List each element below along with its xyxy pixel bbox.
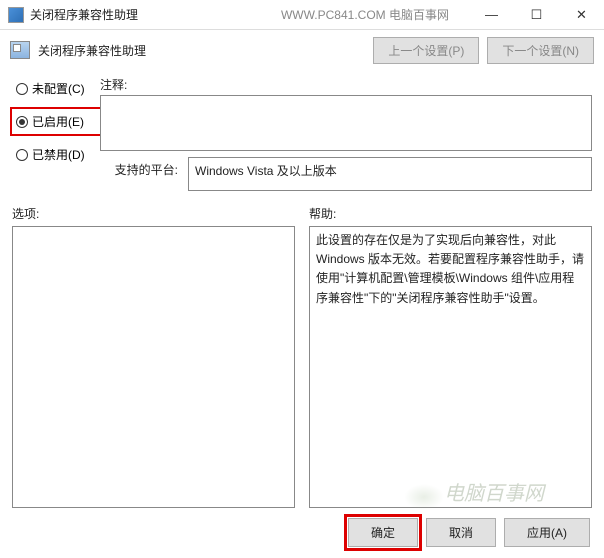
- maximize-button[interactable]: ☐: [514, 0, 559, 29]
- close-button[interactable]: ✕: [559, 0, 604, 29]
- radio-enabled[interactable]: 已启用(E): [10, 107, 102, 136]
- radio-icon: [16, 149, 28, 161]
- app-icon: [8, 7, 24, 23]
- footer: 确定 取消 应用(A): [0, 508, 604, 557]
- cancel-button[interactable]: 取消: [426, 518, 496, 547]
- ok-button[interactable]: 确定: [348, 518, 418, 547]
- toolbar: 关闭程序兼容性助理 上一个设置(P) 下一个设置(N): [0, 30, 604, 70]
- help-box: 此设置的存在仅是为了实现后向兼容性，对此 Windows 版本无效。若要配置程序…: [309, 226, 592, 508]
- comment-input[interactable]: [100, 95, 592, 151]
- watermark-url: WWW.PC841.COM 电脑百事网: [281, 6, 449, 23]
- radio-not-configured[interactable]: 未配置(C): [12, 78, 100, 99]
- radio-label: 已禁用(D): [32, 146, 85, 163]
- window-controls: — ☐ ✕: [469, 0, 604, 29]
- lower-panels: 选项: 帮助: 此设置的存在仅是为了实现后向兼容性，对此 Windows 版本无…: [0, 205, 604, 508]
- content-area: 未配置(C) 已启用(E) 已禁用(D) 注释: 支持的平台: Windows …: [0, 70, 604, 191]
- options-label: 选项:: [12, 205, 295, 222]
- prev-setting-button[interactable]: 上一个设置(P): [373, 37, 479, 64]
- radio-icon: [16, 83, 28, 95]
- radio-label: 已启用(E): [32, 113, 84, 130]
- minimize-button[interactable]: —: [469, 0, 514, 29]
- radio-label: 未配置(C): [32, 80, 85, 97]
- help-label: 帮助:: [309, 205, 592, 222]
- options-box: [12, 226, 295, 508]
- comment-label: 注释:: [100, 76, 592, 93]
- platform-label: 支持的平台:: [100, 157, 188, 178]
- platform-value: Windows Vista 及以上版本: [188, 157, 592, 191]
- window-title: 关闭程序兼容性助理: [30, 6, 138, 23]
- next-setting-button[interactable]: 下一个设置(N): [487, 37, 594, 64]
- apply-button[interactable]: 应用(A): [504, 518, 590, 547]
- policy-icon: [10, 41, 30, 59]
- policy-title: 关闭程序兼容性助理: [38, 42, 365, 59]
- radio-icon: [16, 116, 28, 128]
- state-radio-group: 未配置(C) 已启用(E) 已禁用(D): [12, 76, 100, 165]
- radio-disabled[interactable]: 已禁用(D): [12, 144, 100, 165]
- titlebar: 关闭程序兼容性助理 WWW.PC841.COM 电脑百事网 — ☐ ✕: [0, 0, 604, 30]
